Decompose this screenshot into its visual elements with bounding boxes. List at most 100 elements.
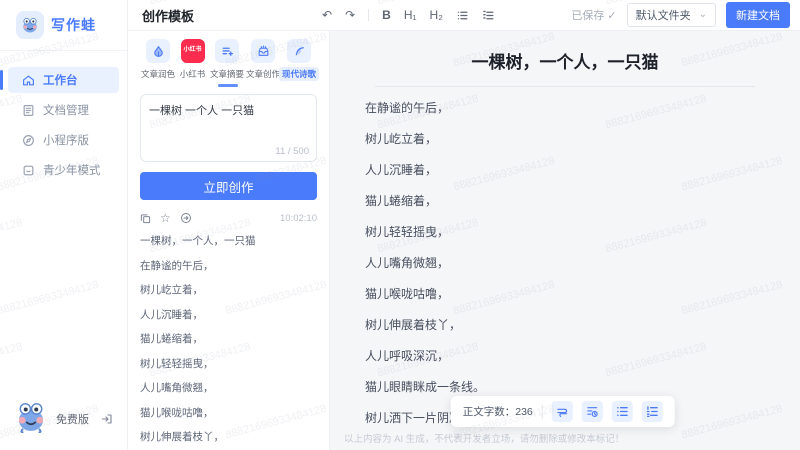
app-logo-text: 写作蛙 bbox=[51, 17, 96, 33]
bold-button[interactable]: B bbox=[382, 9, 391, 21]
page-title: 创作模板 bbox=[142, 8, 195, 24]
heading2-button[interactable]: H₂ bbox=[430, 9, 443, 21]
tabs-scroll-indicator[interactable] bbox=[218, 84, 238, 87]
sidebar-item-label: 青少年模式 bbox=[43, 165, 101, 177]
document-title[interactable]: 一棵树，一个人，一只猫 bbox=[330, 31, 800, 73]
editor-panel[interactable]: 一棵树，一个人，一只猫 在静谧的午后， 树儿屹立着， 人儿沉睡着， 猫儿蜷缩着， 树儿轻… bbox=[330, 31, 800, 450]
tab-article-polish[interactable]: 文章润色 bbox=[140, 39, 176, 81]
rewrite-icon[interactable] bbox=[581, 401, 603, 422]
home-icon bbox=[22, 74, 35, 87]
word-count-value: 236 bbox=[515, 406, 533, 418]
sidebar-item-label: 工作台 bbox=[43, 75, 78, 87]
poem-line: 猫儿喉咙咕噜， bbox=[140, 406, 214, 419]
redo-icon[interactable]: ↷ bbox=[345, 9, 355, 21]
main-area: 创作模板 ↶ ↷ B H₁ H₂ 已保存 ✓ 默认文件夹 ⌄ 新建文档 文章润色… bbox=[128, 0, 800, 450]
toolbar-divider bbox=[541, 404, 543, 419]
document-line: 猫儿眼睛眯成一条线。 bbox=[365, 380, 486, 394]
result-poem: 一棵树，一个人，一只猫 在静谧的午后， 树儿屹立着， 人儿沉睡着， 猫儿蜷缩着， 树儿轻轻… bbox=[140, 233, 317, 450]
sidebar-item-workspace[interactable]: 工作台 bbox=[0, 67, 119, 93]
sidebar-item-teen-mode[interactable]: 青少年模式 bbox=[8, 157, 119, 183]
copy-icon[interactable] bbox=[140, 213, 151, 224]
heading1-button[interactable]: H₁ bbox=[404, 9, 417, 21]
content-area: 文章润色 小红书 小红书 文章摘要 文章创作 现代诗歌 一棵树 一个人 一只猫 … bbox=[128, 31, 800, 450]
toolbar-divider bbox=[368, 9, 370, 21]
word-count: 正文字数：236 bbox=[463, 404, 533, 419]
document-body[interactable]: 在静谧的午后， 树儿屹立着， 人儿沉睡着， 猫儿蜷缩着， 树儿轻轻摇曳， 人儿嘴角微翘， 猫… bbox=[330, 102, 800, 424]
document-line: 人儿沉睡着， bbox=[365, 163, 438, 177]
tab-label: 小红书 bbox=[179, 69, 206, 79]
saved-status-label: 已保存 bbox=[571, 10, 605, 22]
tab-article-summary[interactable]: 文章摘要 bbox=[209, 39, 245, 81]
poem-line: 树儿屹立着， bbox=[140, 284, 203, 296]
ordered-list-button[interactable] bbox=[482, 9, 495, 22]
chevron-down-icon: ⌄ bbox=[698, 9, 707, 20]
folder-select[interactable]: 默认文件夹 ⌄ bbox=[626, 3, 716, 27]
poem-line: 人儿嘴角微翘， bbox=[140, 382, 214, 394]
document-line: 人儿呼吸深沉， bbox=[365, 349, 450, 363]
word-count-label: 正文字数： bbox=[462, 406, 516, 418]
template-tabs: 文章润色 小红书 小红书 文章摘要 文章创作 现代诗歌 bbox=[140, 39, 320, 81]
document-line: 猫儿喉咙咕噜， bbox=[365, 287, 450, 301]
sidebar-item-documents[interactable]: 文档管理 bbox=[8, 97, 119, 123]
bullet-list-icon[interactable] bbox=[611, 401, 633, 422]
bullet-list-button[interactable] bbox=[456, 9, 469, 22]
logout-icon[interactable] bbox=[101, 413, 113, 425]
title-divider bbox=[375, 86, 755, 87]
char-count: 11 / 500 bbox=[275, 146, 309, 157]
tab-label: 文章摘要 bbox=[210, 69, 245, 79]
sidebar-item-label: 文档管理 bbox=[43, 105, 89, 117]
check-icon: ✓ bbox=[607, 9, 617, 22]
document-line: 树儿伸展着枝丫， bbox=[365, 318, 462, 332]
prompt-input-box: 11 / 500 bbox=[140, 94, 317, 162]
continue-writing-icon[interactable] bbox=[551, 401, 573, 422]
editor-toolbar: ↶ ↷ B H₁ H₂ bbox=[322, 9, 495, 22]
quill-icon bbox=[287, 39, 311, 63]
plan-label: 免费版 bbox=[56, 413, 89, 426]
new-document-button[interactable]: 新建文档 bbox=[726, 2, 790, 28]
poem-line: 树儿伸展着枝丫， bbox=[140, 431, 224, 443]
compass-icon bbox=[22, 134, 35, 147]
top-header: 创作模板 ↶ ↷ B H₁ H₂ 已保存 ✓ 默认文件夹 ⌄ 新建文档 bbox=[128, 0, 800, 31]
document-line: 人儿嘴角微翘， bbox=[365, 256, 450, 270]
result-timestamp: 10:02:10 bbox=[280, 212, 317, 224]
create-now-button[interactable]: 立即创作 bbox=[140, 172, 317, 200]
result-action-bar: ☆ 10:02:10 bbox=[140, 212, 317, 224]
numbered-list-icon[interactable] bbox=[641, 401, 663, 422]
header-right: 已保存 ✓ 默认文件夹 ⌄ 新建文档 bbox=[571, 2, 790, 28]
sidebar: 写作蛙 工作台 文档管理 小程序版 青少年模式 免费版 bbox=[0, 0, 128, 450]
star-icon[interactable]: ☆ bbox=[160, 212, 171, 224]
inbox-icon bbox=[251, 39, 275, 63]
undo-icon[interactable]: ↶ bbox=[322, 9, 332, 21]
sidebar-item-miniprogram[interactable]: 小程序版 bbox=[8, 127, 119, 153]
saved-status: 已保存 ✓ bbox=[571, 7, 616, 23]
tab-label: 现代诗歌 bbox=[279, 67, 320, 81]
sidebar-footer: 免费版 bbox=[0, 399, 127, 438]
folder-select-value: 默认文件夹 bbox=[635, 10, 691, 22]
tab-modern-poetry[interactable]: 现代诗歌 bbox=[279, 39, 320, 81]
poem-line: 在静谧的午后， bbox=[140, 259, 214, 272]
mascot-avatar bbox=[14, 399, 48, 438]
poem-line: 人儿沉睡着， bbox=[140, 308, 203, 321]
poem-line: 树儿轻轻摇曳， bbox=[140, 357, 214, 370]
sidebar-item-label: 小程序版 bbox=[43, 135, 89, 147]
document-line: 树儿屹立着， bbox=[365, 132, 438, 146]
template-panel: 文章润色 小红书 小红书 文章摘要 文章创作 现代诗歌 一棵树 一个人 一只猫 … bbox=[128, 31, 330, 450]
tab-label: 文章创作 bbox=[246, 69, 281, 79]
document-icon bbox=[22, 104, 35, 117]
insert-arrow-icon[interactable] bbox=[180, 212, 192, 224]
app-logo[interactable]: 写作蛙 bbox=[0, 0, 127, 51]
teen-mode-icon bbox=[22, 164, 35, 177]
document-line: 在静谧的午后， bbox=[365, 101, 450, 115]
xiaohongshu-icon: 小红书 bbox=[180, 39, 205, 63]
poem-line: 猫儿蜷缩着， bbox=[140, 333, 203, 345]
document-line: 猫儿蜷缩着， bbox=[365, 194, 438, 208]
tab-label: 文章润色 bbox=[141, 69, 176, 79]
generation-result: ☆ 10:02:10 一棵树，一个人，一只猫 在静谧的午后， 树儿屹立着， 人儿沉睡着… bbox=[140, 212, 317, 450]
poem-line: 一棵树，一个人，一只猫 bbox=[140, 235, 256, 247]
tab-article-create[interactable]: 文章创作 bbox=[245, 39, 281, 81]
frog-logo-icon bbox=[16, 11, 44, 39]
summary-icon bbox=[215, 39, 239, 63]
tab-xiaohongshu[interactable]: 小红书 小红书 bbox=[176, 39, 209, 81]
document-line: 树儿轻轻摇曳， bbox=[365, 225, 450, 239]
app-root: 写作蛙 工作台 文档管理 小程序版 青少年模式 免费版 创作模板 ↶ ↷ B H… bbox=[0, 0, 800, 450]
